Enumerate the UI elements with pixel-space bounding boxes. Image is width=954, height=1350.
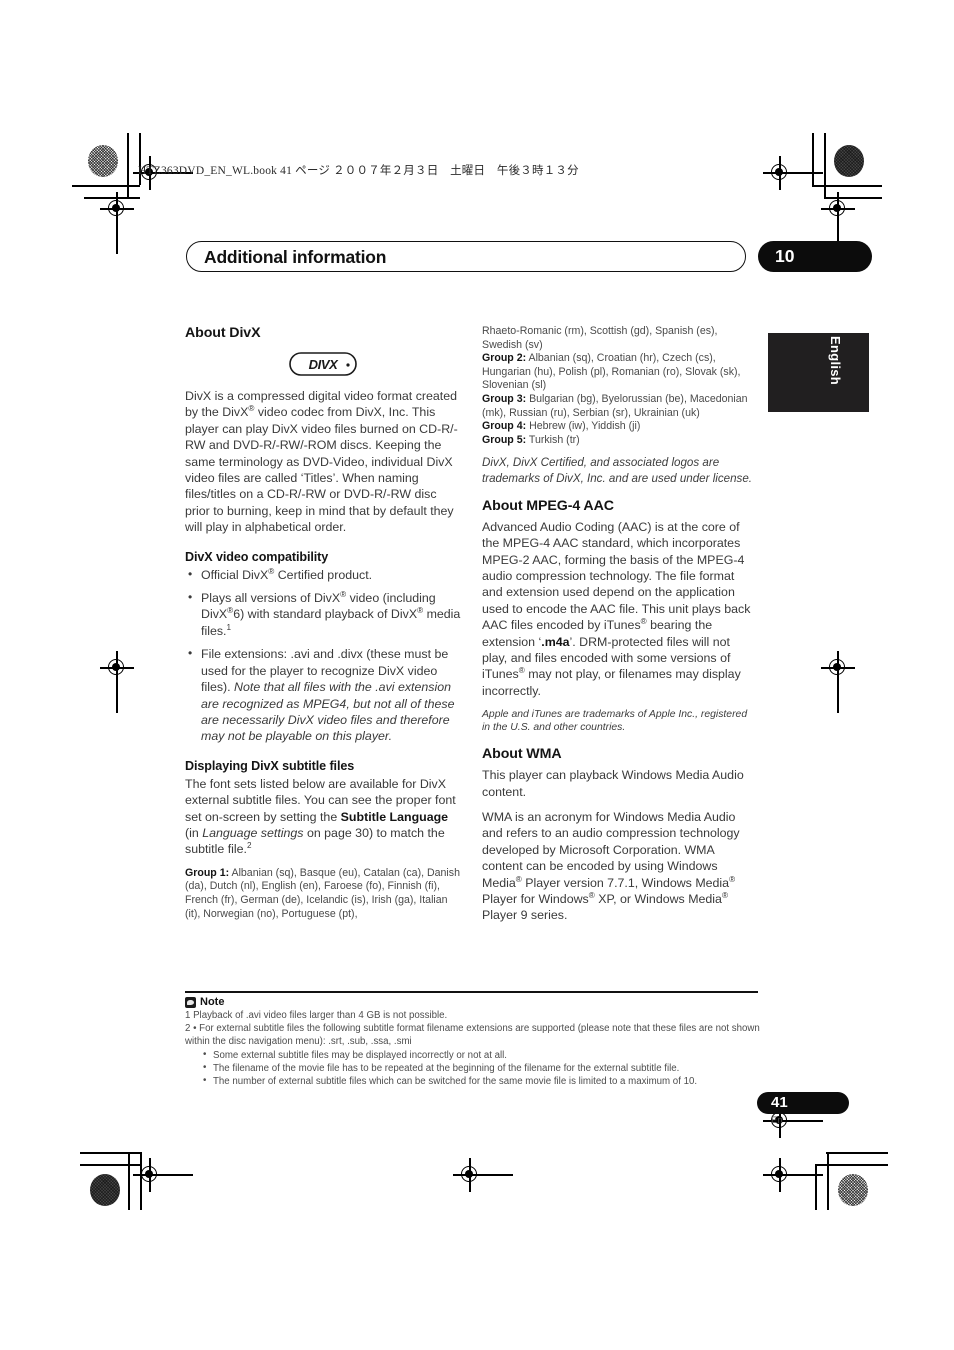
chapter-number: 10	[775, 246, 795, 266]
note-label: Note	[200, 996, 225, 1008]
subtitle-language-bold: Subtitle Language	[340, 809, 449, 824]
crop-line	[72, 185, 140, 187]
list-item: File extensions: .avi and .divx (these m…	[185, 645, 461, 744]
aac-paragraph: Advanced Audio Coding (AAC) is at the co…	[482, 519, 758, 699]
right-column: Rhaeto-Romanic (rm), Scottish (gd), Span…	[482, 325, 758, 933]
group-4-text: Hebrew (iw), Yiddish (ji)	[526, 420, 641, 433]
note-separator-rule	[185, 991, 758, 994]
page-title: Additional information	[204, 247, 387, 267]
footnote-1: 1 Playback of .avi video files larger th…	[185, 1010, 448, 1021]
list-item: The number of external subtitle files wh…	[203, 1074, 763, 1088]
list-item: Official DivX® Certified product.	[185, 566, 461, 583]
group-5-text: Turkish (tr)	[526, 433, 580, 446]
group-5-languages: Group 5: Turkish (tr)	[482, 434, 758, 448]
registered-mark: ®	[721, 890, 728, 900]
crop-line	[826, 1152, 888, 1154]
list-item: Plays all versions of DivX® video (inclu…	[185, 589, 461, 639]
halftone-patch	[838, 1174, 868, 1206]
crop-line	[80, 1152, 142, 1154]
apple-trademark-notice: Apple and iTunes are trademarks of Apple…	[482, 709, 748, 734]
crop-line	[815, 1164, 888, 1166]
language-tab: English	[768, 333, 869, 412]
heading-divx-video-compatibility: DivX video compatibility	[185, 549, 329, 564]
registration-mark	[763, 1158, 823, 1192]
chapter-header: Additional information 10	[186, 241, 872, 272]
halftone-patch	[88, 145, 118, 177]
subtitle-paragraph: The font sets listed below are available…	[185, 776, 461, 858]
left-column: About DivX DIVX DivX is a compressed dig…	[185, 325, 461, 928]
group-2-languages: Group 2: Albanian (sq), Croatian (hr), C…	[482, 352, 758, 393]
registration-mark	[821, 192, 855, 254]
halftone-patch	[834, 145, 864, 177]
crop-line	[127, 133, 129, 197]
note-block: Note 1 Playback of .avi video files larg…	[185, 996, 763, 1089]
divx-compat-bullet-list: Official DivX® Certified product. Plays …	[185, 566, 461, 745]
footnote-ref-1: 1	[226, 622, 232, 632]
bullet3-italic: Note that all files with the .avi extens…	[201, 680, 455, 744]
footnote-2: 2 • For external subtitle files the foll…	[185, 1023, 760, 1048]
aac-a: Advanced Audio Coding (AAC) is at the co…	[482, 519, 751, 633]
wma-b: Player version 7.7.1, Windows Media	[521, 875, 730, 890]
heading-about-wma: About WMA	[482, 746, 562, 763]
language-settings-italic: Language settings	[202, 825, 304, 840]
language-tab-label: English	[828, 336, 843, 386]
group-2-label: Group 2:	[482, 352, 527, 365]
group-4-label: Group 4:	[482, 420, 527, 433]
chapter-title-pill: Additional information	[186, 241, 746, 272]
page-language-code: En	[771, 1115, 783, 1126]
m4a-extension: .m4a	[541, 634, 570, 649]
wma-c: Player for Windows	[482, 892, 589, 907]
bullet2-a: Plays all versions of DivX	[201, 591, 341, 606]
bullet1-a: Official DivX	[201, 567, 269, 582]
registration-mark	[453, 1158, 513, 1192]
print-file-strip: HTZ363DVD_EN_WL.book 41 ページ ２００７年２月３日 土曜…	[138, 165, 579, 177]
crop-line	[815, 1164, 817, 1210]
wma-paragraph-1: This player can playback Windows Media A…	[482, 768, 744, 799]
group-4-languages: Group 4: Hebrew (iw), Yiddish (ji)	[482, 420, 758, 434]
registration-mark	[821, 651, 855, 713]
divx-logo: DIVX	[289, 352, 357, 376]
group-1-label: Group 1:	[185, 866, 230, 879]
divx-intro-b: video codec from DivX, Inc. This player …	[185, 405, 458, 535]
registration-mark	[100, 192, 134, 254]
page-number: 41	[771, 1094, 788, 1111]
registration-mark	[100, 651, 134, 713]
registered-mark: ®	[729, 874, 736, 884]
registration-mark	[763, 156, 823, 190]
footnote-ref-2: 2	[246, 841, 252, 851]
group-3-languages: Group 3: Bulgarian (bg), Byelorussian (b…	[482, 393, 758, 420]
heading-displaying-divx-subtitle-files: Displaying DivX subtitle files	[185, 758, 355, 773]
note-icon	[185, 996, 196, 1008]
divx-intro-paragraph: DivX is a compressed digital video forma…	[185, 388, 461, 536]
note-header: Note	[185, 996, 763, 1008]
crop-line	[824, 133, 826, 197]
heading-about-mpeg4-aac: About MPEG-4 AAC	[482, 497, 614, 514]
registration-mark	[133, 1158, 193, 1192]
svg-text:DIVX: DIVX	[309, 357, 339, 372]
footnote-sub-bullets: Some external subtitle files may be disp…	[185, 1048, 763, 1089]
crop-line	[128, 1152, 130, 1210]
subtitle-b: (in	[185, 825, 203, 840]
bullet2-c: 6) with standard playback of DivX	[233, 607, 418, 622]
crop-line	[827, 1152, 829, 1210]
group-3-label: Group 3:	[482, 392, 527, 405]
list-item: The filename of the movie file has to be…	[203, 1061, 763, 1075]
chapter-number-pill: 10	[758, 241, 872, 272]
group-1-continued: Rhaeto-Romanic (rm), Scottish (gd), Span…	[482, 325, 718, 351]
crop-line	[812, 185, 882, 187]
group-1-languages: Group 1: Albanian (sq), Basque (eu), Cat…	[185, 867, 461, 921]
wma-paragraph-2: WMA is an acronym for Windows Media Audi…	[482, 809, 758, 924]
halftone-patch	[90, 1174, 120, 1206]
heading-about-divx: About DivX	[185, 325, 261, 341]
divx-trademark-notice: DivX, DivX Certified, and associated log…	[482, 456, 753, 485]
wma-e: Player 9 series.	[482, 908, 568, 923]
page-number-pill: 41	[757, 1092, 849, 1114]
wma-d: XP, or Windows Media	[594, 892, 722, 907]
bullet1-b: Certified product.	[274, 567, 373, 582]
group-5-label: Group 5:	[482, 433, 527, 446]
list-item: Some external subtitle files may be disp…	[203, 1048, 763, 1062]
crop-line	[812, 133, 814, 187]
